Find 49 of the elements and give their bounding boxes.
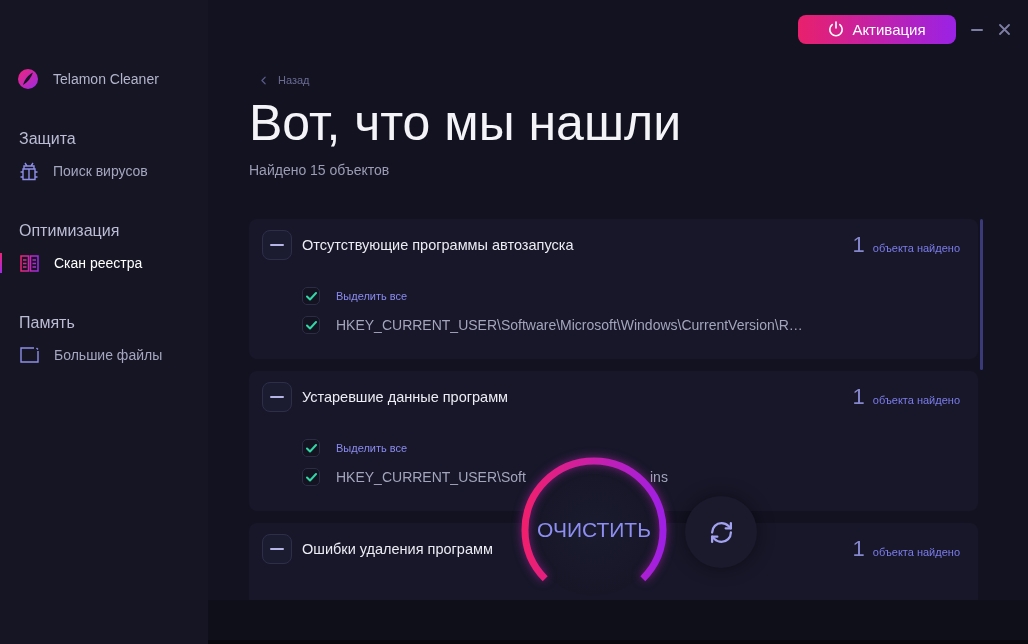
minus-icon [270, 396, 284, 398]
power-icon [828, 21, 845, 38]
found-count: 1 [852, 536, 865, 562]
registry-path: ins [650, 468, 668, 487]
group-title: Устаревшие данные программ [302, 388, 509, 407]
check-icon [305, 443, 317, 453]
collapse-button[interactable] [262, 534, 292, 564]
logo-icon [18, 69, 38, 89]
checkbox[interactable] [302, 316, 320, 334]
check-icon [305, 472, 317, 482]
collapse-button[interactable] [262, 230, 292, 260]
found-label: объекта найдено [872, 545, 960, 559]
activation-button[interactable]: Активация [798, 15, 956, 44]
minus-icon [270, 548, 284, 550]
active-indicator [0, 253, 2, 273]
minimize-icon [971, 28, 983, 31]
page-heading: Вот, что мы нашли [249, 94, 682, 153]
close-button[interactable] [996, 21, 1012, 38]
app-name: Telamon Cleaner [53, 70, 159, 89]
check-icon [305, 320, 317, 330]
section-heading: Оптимизация [18, 221, 121, 241]
sidebar-item[interactable]: Скан реестра [0, 253, 208, 273]
select-all-link[interactable]: Выделить все [336, 288, 408, 304]
section-heading: Защита [18, 129, 77, 149]
close-icon [998, 24, 1010, 35]
group-title: Отсутствующие программы автозапуска [302, 236, 574, 255]
found-count: 1 [852, 232, 865, 258]
checkbox[interactable] [302, 468, 320, 486]
checkbox[interactable] [302, 439, 320, 457]
registry-path: HKEY_CURRENT_USER\Software\Microsoft\Windows\CurrentVersion\R… [336, 316, 803, 335]
scrollbar-thumb[interactable] [980, 219, 983, 370]
bug-icon [20, 161, 38, 181]
found-label: объекта найдено [872, 393, 960, 407]
found-count: 1 [852, 384, 865, 410]
minus-icon [270, 244, 284, 246]
sidebar-item[interactable]: Поиск вирусов [0, 161, 208, 181]
select-all-link[interactable]: Выделить все [336, 440, 408, 456]
checkbox[interactable] [302, 287, 320, 305]
check-icon [305, 291, 317, 301]
section-heading: Память [18, 313, 76, 333]
found-label: объекта найдено [872, 241, 960, 255]
refresh-icon [708, 519, 734, 545]
back-link[interactable]: Назад [257, 72, 310, 88]
collapse-button[interactable] [262, 382, 292, 412]
book-icon [20, 254, 39, 272]
sidebar-item[interactable]: Большие файлы [0, 345, 208, 365]
group-title: Ошибки удаления программ [302, 540, 493, 559]
folder-icon [20, 347, 39, 363]
results-summary: Найдено 15 объектов [249, 161, 390, 180]
